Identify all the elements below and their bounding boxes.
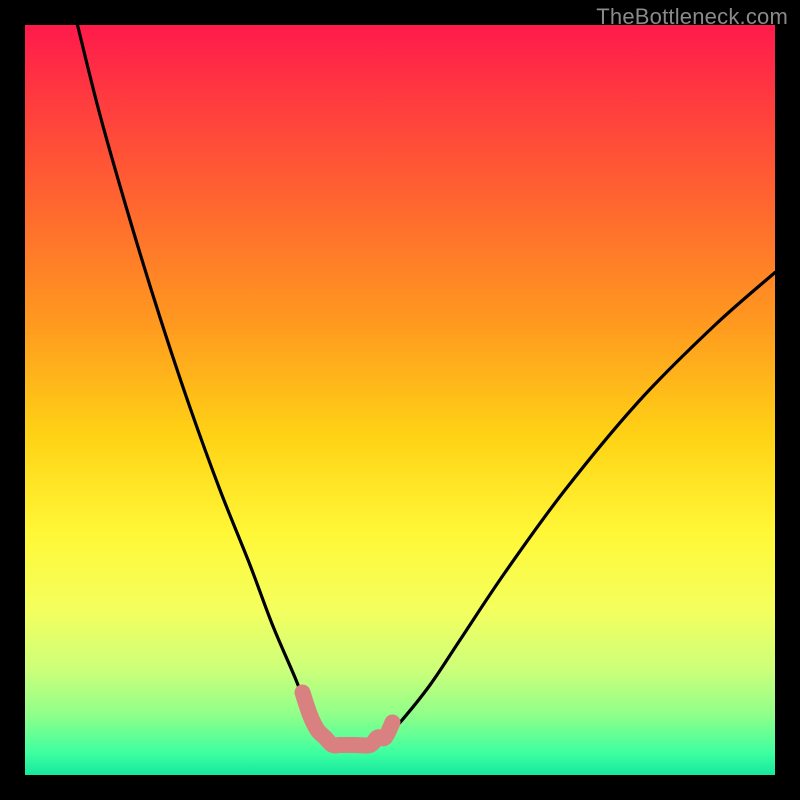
basin-highlight — [303, 693, 393, 746]
watermark-text: TheBottleneck.com — [596, 4, 788, 30]
chart-frame: TheBottleneck.com — [0, 0, 800, 800]
curve-layer — [25, 25, 775, 775]
bottleneck-curve — [78, 25, 776, 746]
plot-area — [25, 25, 775, 775]
